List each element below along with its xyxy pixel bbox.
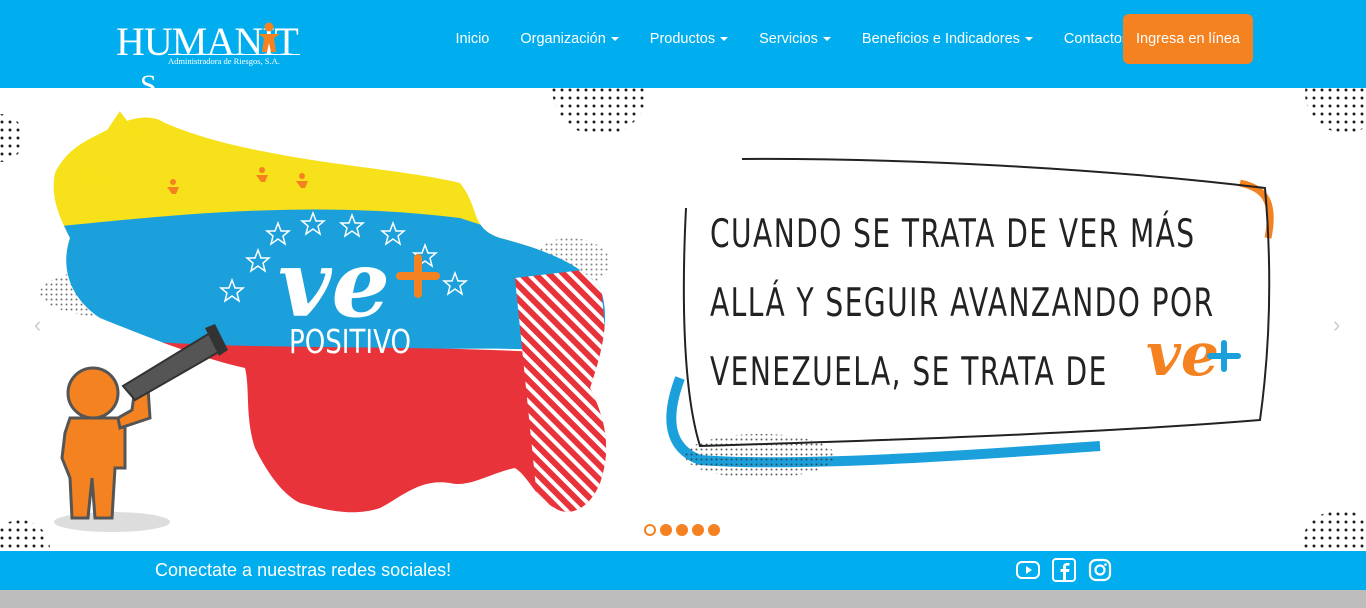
nav-item-beneficios[interactable]: Beneficios e Indicadores	[846, 31, 1048, 47]
carousel-dot[interactable]	[660, 524, 672, 536]
logo-figure-icon	[258, 22, 280, 52]
nav-item-servicios[interactable]: Servicios	[744, 31, 847, 47]
quote-line: ALLÁ Y SEGUIR AVANZANDO POR	[710, 281, 1215, 326]
login-online-button[interactable]: Ingresa en línea	[1123, 14, 1253, 64]
social-bar: Conectate a nuestras redes sociales!	[0, 551, 1366, 590]
nav-item-productos[interactable]: Productos	[634, 31, 743, 47]
caret-down-icon	[610, 37, 619, 42]
quote-line: VENEZUELA, SE TRATA DE	[710, 350, 1108, 395]
nav-item-inicio[interactable]: Inicio	[440, 31, 505, 47]
telescope-person-icon	[54, 324, 228, 532]
instagram-icon[interactable]	[1087, 557, 1113, 583]
humanitas-logo[interactable]: HUMANITS Administradora de Riesgos, S.A.	[116, 22, 306, 102]
dot-pattern-top	[552, 88, 648, 136]
carousel-dot[interactable]	[708, 524, 720, 536]
carousel-dot[interactable]	[692, 524, 704, 536]
carousel-prev-arrow-icon[interactable]: ‹	[34, 312, 41, 338]
caret-down-icon	[720, 37, 729, 42]
navbar: HUMANITS Administradora de Riesgos, S.A.…	[0, 0, 1366, 102]
hero-carousel: ve POSITIVO ve CUANDO SE TRATA DE VER MÁ…	[0, 88, 1366, 551]
carousel-indicators	[644, 524, 720, 536]
carousel-dot[interactable]	[644, 524, 656, 536]
carousel-next-arrow-icon[interactable]: ›	[1333, 312, 1340, 338]
logo-divider	[168, 54, 300, 55]
social-cta-text: Conectate a nuestras redes sociales!	[155, 560, 452, 580]
nav-item-organizacion[interactable]: Organización	[505, 31, 634, 47]
youtube-icon[interactable]	[1015, 557, 1041, 583]
quote-line: CUANDO SE TRATA DE VER MÁS	[710, 212, 1196, 257]
facebook-icon[interactable]	[1051, 557, 1077, 583]
caret-down-icon	[1024, 37, 1033, 42]
caret-down-icon	[822, 37, 831, 42]
carousel-dot[interactable]	[676, 524, 688, 536]
main-nav: Inicio Organización Productos Servicios …	[440, 0, 1145, 78]
page-bottom-strip	[0, 590, 1366, 608]
logo-subtitle: Administradora de Riesgos, S.A.	[168, 56, 280, 66]
hero-quote: CUANDO SE TRATA DE VER MÁS ALLÁ Y SEGUIR…	[710, 200, 1215, 407]
social-icons	[1015, 557, 1113, 583]
map-logo-subtitle: POSITIVO	[289, 322, 411, 361]
